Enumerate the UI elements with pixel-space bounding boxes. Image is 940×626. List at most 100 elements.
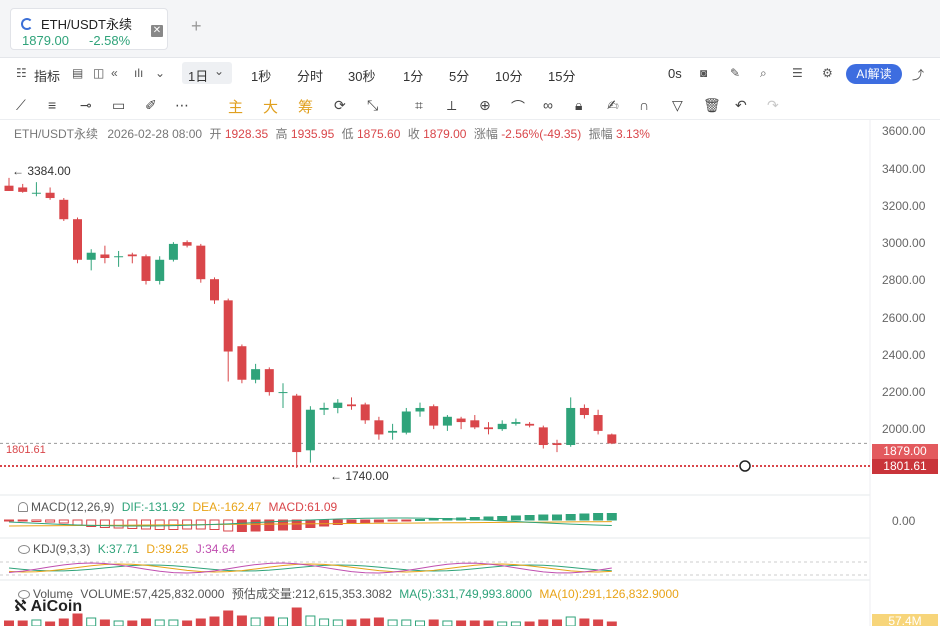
candle-body xyxy=(319,407,329,410)
candle-body xyxy=(31,192,41,194)
candle-body xyxy=(223,300,233,352)
volume-value: VOLUME:57,425,832.0000 xyxy=(80,587,225,601)
volume-bar xyxy=(593,619,604,626)
macd-bar xyxy=(319,519,330,527)
macd-bar xyxy=(31,519,42,522)
crosshair-cursor xyxy=(739,460,751,472)
volume-bar xyxy=(278,617,288,626)
volume-bar xyxy=(168,619,179,626)
candle-body xyxy=(415,407,425,412)
macd-bar xyxy=(510,515,521,521)
macd-bar xyxy=(45,519,56,523)
volume-bar xyxy=(264,616,275,626)
candle-body xyxy=(278,392,288,394)
candle-body xyxy=(388,430,398,433)
axis-tick: 3600.00 xyxy=(882,124,926,138)
volume-bar xyxy=(428,619,439,626)
macd-bar xyxy=(223,519,234,532)
candle-body xyxy=(168,243,178,260)
volume-bar xyxy=(17,620,28,626)
macd-bar xyxy=(373,519,384,523)
macd-bar xyxy=(579,513,590,521)
axis-tick: 2000.00 xyxy=(882,422,926,436)
volume-bar xyxy=(497,621,508,626)
kdj-k: K:37.71 xyxy=(97,542,140,556)
candle-body xyxy=(511,422,521,424)
volume-ma10: MA(10):291,126,832.9000 xyxy=(539,587,679,601)
volume-bar xyxy=(182,620,193,626)
candle-body xyxy=(86,252,96,260)
candle-body xyxy=(210,279,219,301)
volume-bar xyxy=(552,619,562,626)
macd-bar xyxy=(4,519,14,522)
kdj-label: KDJ(9,3,3) xyxy=(33,542,91,556)
volume-bar xyxy=(113,620,124,626)
candle-body xyxy=(429,406,439,426)
volume-ma5: MA(5):331,749,993.8000 xyxy=(399,587,533,601)
macd-bar xyxy=(58,519,69,524)
candle-body xyxy=(579,407,589,416)
candle-body xyxy=(59,199,69,220)
volume-bar xyxy=(456,620,467,626)
volume-bar xyxy=(31,619,42,626)
bell-icon[interactable] xyxy=(18,502,28,512)
volume-bar xyxy=(606,621,617,626)
candle-body xyxy=(182,242,192,246)
macd-bar xyxy=(72,519,83,526)
kline-chart[interactable] xyxy=(0,0,940,626)
volume-bar xyxy=(510,621,521,626)
candle-body xyxy=(566,407,576,446)
axis-tick: 2600.00 xyxy=(882,311,926,325)
eye-icon[interactable] xyxy=(18,545,30,554)
macd-bar xyxy=(99,519,110,528)
volume-bar xyxy=(579,618,590,626)
macd-bar xyxy=(401,519,412,522)
candle-body xyxy=(251,369,261,380)
macd-bar xyxy=(415,519,425,521)
macd-label: MACD(12,26,9) xyxy=(31,500,115,514)
macd-legend: MACD(12,26,9) DIF:-131.92 DEA:-162.47 MA… xyxy=(18,500,337,514)
candle-body xyxy=(127,254,137,257)
macd-bar xyxy=(113,519,124,529)
candle-body xyxy=(264,369,274,393)
volume-bar xyxy=(305,615,316,626)
crosshair-left-tag: 1801.61 xyxy=(6,444,46,456)
macd-bar xyxy=(346,519,357,524)
volume-bar xyxy=(565,616,576,626)
candle-body xyxy=(470,420,480,428)
volume-bar xyxy=(442,620,453,626)
candle-body xyxy=(593,415,603,431)
macd-dif: DIF:-131.92 xyxy=(121,500,186,514)
volume-bar xyxy=(127,620,138,626)
candle-body xyxy=(456,418,466,423)
macd-bar xyxy=(291,519,302,530)
macd-bar xyxy=(538,514,549,521)
candle-body xyxy=(141,256,151,281)
candle-body xyxy=(305,409,315,451)
volume-estimate: 预估成交量:212,615,353.3082 xyxy=(231,587,392,601)
volume-bar xyxy=(45,621,56,626)
macd-bar xyxy=(17,519,28,522)
axis-tick: 2800.00 xyxy=(882,273,926,287)
volume-bar xyxy=(209,616,220,626)
candle-body xyxy=(525,423,535,426)
macd-value: MACD:61.09 xyxy=(268,500,338,514)
candle-body xyxy=(73,219,82,260)
volume-bar xyxy=(250,617,261,626)
volume-bar xyxy=(538,619,549,626)
kdj-legend: KDJ(9,3,3) K:37.71 D:39.25 J:34.64 xyxy=(18,542,235,556)
volume-bar xyxy=(86,617,97,626)
candle-body xyxy=(401,411,411,433)
macd-bar xyxy=(524,515,535,521)
volume-bar xyxy=(58,618,69,626)
volume-tag: 57.4M xyxy=(872,614,938,626)
volume-bar xyxy=(373,617,384,626)
candle-body xyxy=(4,185,14,191)
macd-bar xyxy=(127,519,138,529)
volume-bar xyxy=(4,620,14,626)
macd-bar xyxy=(483,516,494,521)
axis-tick: 3400.00 xyxy=(882,162,926,176)
candle-body xyxy=(347,404,356,407)
volume-bar xyxy=(154,619,165,626)
volume-bar xyxy=(195,618,206,626)
